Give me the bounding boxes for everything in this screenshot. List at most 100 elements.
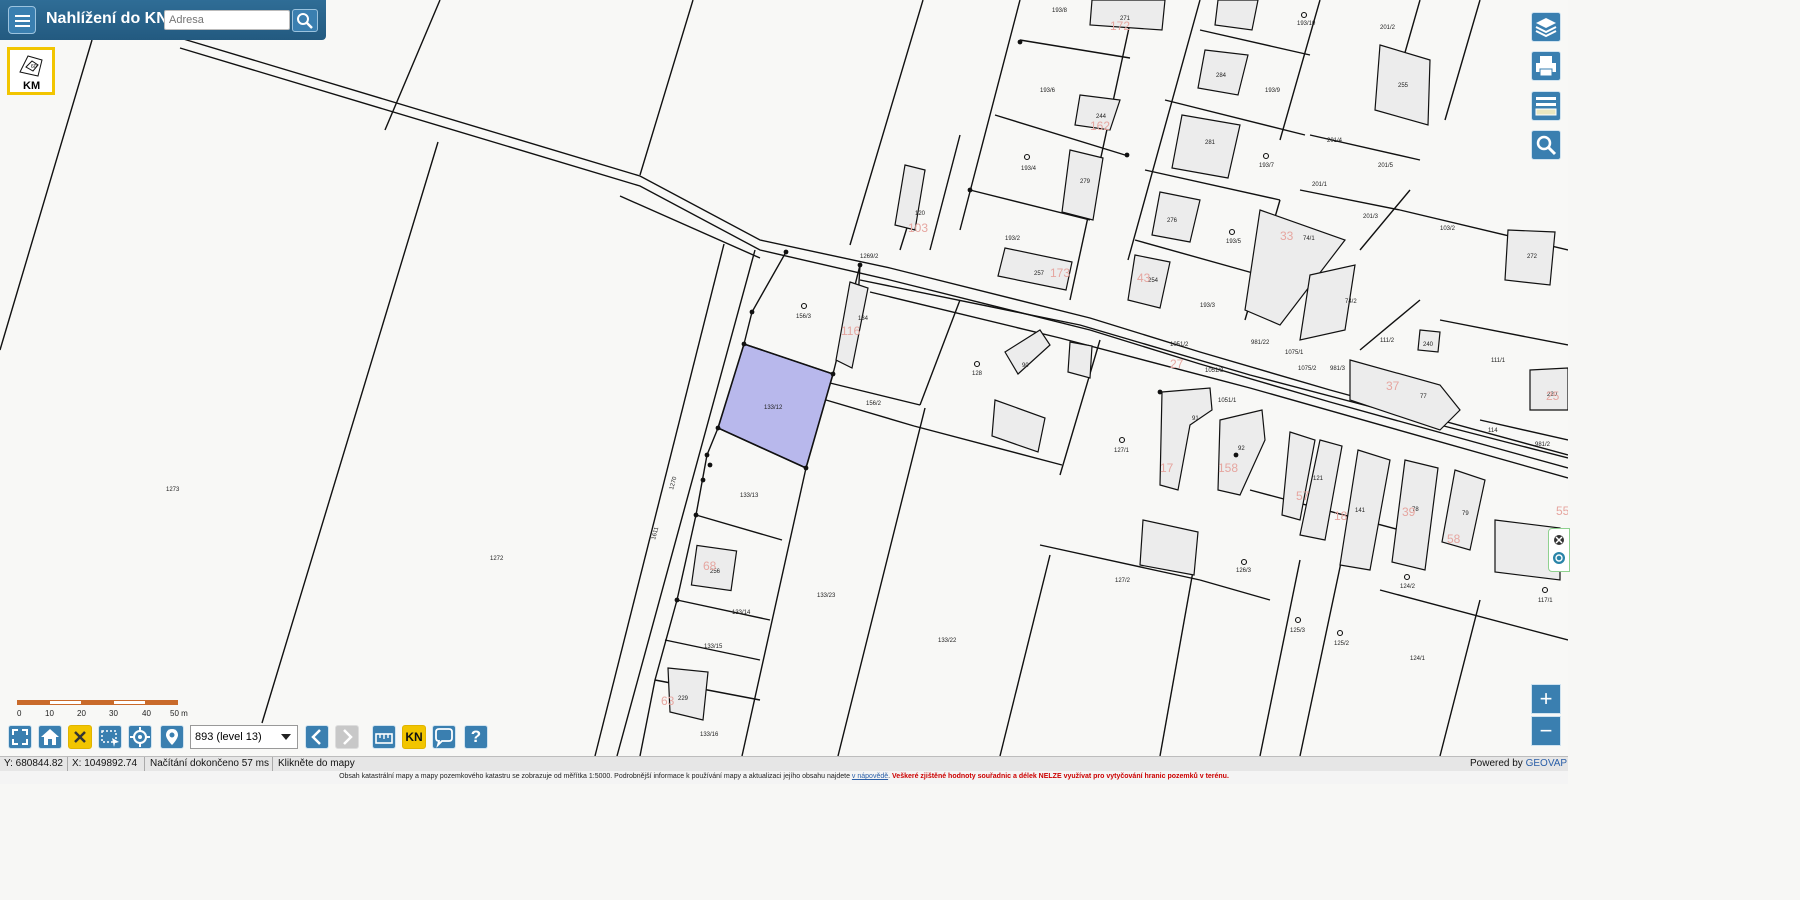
full-extent-button[interactable] (8, 725, 32, 749)
load-status: Načítání dokončeno 57 ms (150, 758, 269, 769)
svg-text:33: 33 (1280, 229, 1294, 243)
scale-tick-label: 0 (17, 709, 22, 718)
svg-text:272: 272 (1527, 254, 1538, 260)
help-link[interactable]: v nápovědě (852, 773, 888, 780)
hint-text: Klikněte do mapy (278, 758, 355, 769)
svg-text:128: 128 (972, 371, 983, 377)
svg-text:172: 172 (1110, 19, 1130, 33)
speech-bubble-icon (435, 728, 453, 748)
svg-text:57: 57 (1296, 489, 1310, 503)
svg-text:193/5: 193/5 (1226, 239, 1242, 245)
svg-text:103: 103 (908, 221, 928, 235)
svg-text:201/2: 201/2 (1380, 25, 1396, 31)
svg-text:124/2: 124/2 (1400, 584, 1416, 590)
svg-text:284: 284 (1216, 73, 1227, 79)
svg-text:127/2: 127/2 (1115, 578, 1131, 584)
svg-text:193/2: 193/2 (1005, 236, 1021, 242)
address-search-input[interactable] (164, 10, 290, 30)
svg-text:1270: 1270 (669, 475, 678, 490)
svg-text:133/23: 133/23 (817, 593, 836, 599)
locate-button[interactable] (128, 725, 152, 749)
next-view-button[interactable] (335, 725, 359, 749)
scale-tick-label: 20 (77, 709, 86, 718)
svg-text:981/22: 981/22 (1251, 340, 1270, 346)
km-layer-badge[interactable]: 60 KM (7, 47, 55, 95)
svg-text:111/1: 111/1 (1491, 358, 1506, 364)
svg-text:173: 173 (1050, 266, 1070, 280)
zoom-in-button[interactable]: + (1531, 684, 1561, 714)
scale-level-select[interactable]: 893 (level 13) (190, 725, 298, 749)
scale-tick-label: 10 (45, 709, 54, 718)
scale-tick-label: 40 (142, 709, 151, 718)
svg-text:58: 58 (1447, 532, 1461, 546)
hamburger-icon-line (15, 20, 30, 22)
svg-text:127/1: 127/1 (1114, 448, 1130, 454)
home-button[interactable] (38, 725, 62, 749)
side-mini-panel[interactable] (1548, 528, 1570, 572)
find-button[interactable] (1531, 130, 1561, 160)
measure-icon (375, 733, 393, 744)
scale-segment (113, 700, 146, 705)
layers-icon (1535, 18, 1557, 38)
geovap-link[interactable]: GEOVAP (1526, 758, 1568, 769)
svg-text:55: 55 (1556, 504, 1568, 518)
svg-text:257: 257 (1034, 271, 1045, 277)
svg-text:229: 229 (678, 696, 689, 702)
layers-button[interactable] (1531, 12, 1561, 42)
notice-warning: Veškeré zjištěné hodnoty souřadnic a dél… (892, 773, 1229, 780)
svg-text:1272: 1272 (490, 556, 504, 562)
svg-text:91: 91 (1192, 416, 1199, 422)
printer-icon (1536, 56, 1556, 77)
svg-text:158: 158 (1218, 461, 1238, 475)
svg-text:68: 68 (703, 559, 717, 573)
svg-text:125/2: 125/2 (1334, 641, 1350, 647)
svg-text:77: 77 (1420, 394, 1427, 400)
select-area-button[interactable] (98, 725, 122, 749)
legend-icon (1535, 97, 1557, 116)
km-label: KM (23, 80, 41, 92)
svg-text:124/1: 124/1 (1410, 656, 1426, 662)
previous-view-button[interactable] (305, 725, 329, 749)
svg-text:1269/2: 1269/2 (860, 254, 879, 260)
cadastral-map[interactable]: 1273 1272 1270 1611 133/12 133/13 133/14 13… (0, 0, 1570, 757)
hamburger-icon-line (15, 25, 30, 27)
svg-text:133/14: 133/14 (732, 610, 751, 616)
kn-button[interactable]: KN (402, 725, 426, 749)
svg-text:141: 141 (1355, 508, 1366, 514)
svg-text:281: 281 (1205, 140, 1216, 146)
svg-text:116: 116 (841, 324, 860, 338)
svg-text:103/2: 103/2 (1440, 226, 1456, 232)
clear-selection-button[interactable] (68, 725, 92, 749)
svg-text:25: 25 (1546, 389, 1560, 403)
svg-text:74/2: 74/2 (1345, 299, 1357, 305)
svg-text:90: 90 (1022, 363, 1029, 369)
map-pin-icon (166, 729, 178, 745)
svg-text:43: 43 (1137, 271, 1151, 285)
parcel-icon: 60 (19, 55, 43, 77)
notice-bar: Obsah katastrální mapy a mapy pozemkovéh… (0, 771, 1568, 784)
place-marker-button[interactable] (160, 725, 184, 749)
measure-button[interactable] (372, 725, 396, 749)
crosshair-icon (130, 727, 150, 747)
print-button[interactable] (1531, 51, 1561, 81)
svg-text:114: 114 (1488, 428, 1498, 434)
svg-text:111/2: 111/2 (1380, 338, 1395, 344)
powered-by-label: Powered by (1470, 758, 1526, 769)
legend-button[interactable] (1531, 91, 1561, 121)
scale-tick-label: 50 m (170, 709, 188, 718)
app-header: Nahlížení do KN (0, 0, 326, 40)
svg-text:92: 92 (1238, 446, 1245, 452)
close-icon (1553, 535, 1565, 564)
zoom-out-button[interactable]: − (1531, 716, 1561, 746)
svg-text:201/4: 201/4 (1327, 138, 1343, 144)
search-button[interactable] (292, 9, 318, 32)
status-separator (67, 757, 68, 772)
help-button[interactable]: ? (464, 725, 488, 749)
parcel-labels: 12731272 1270 1611 133/12133/13 133/1413… (166, 8, 1558, 738)
menu-button[interactable] (8, 6, 36, 34)
feedback-button[interactable] (432, 725, 456, 749)
svg-text:193/7: 193/7 (1259, 163, 1275, 169)
cadastral-map-svg[interactable]: 12731272 1270 1611 133/12133/13 133/1413… (0, 0, 1570, 757)
svg-text:193/8: 193/8 (1052, 8, 1068, 14)
chevron-down-icon (281, 734, 291, 740)
